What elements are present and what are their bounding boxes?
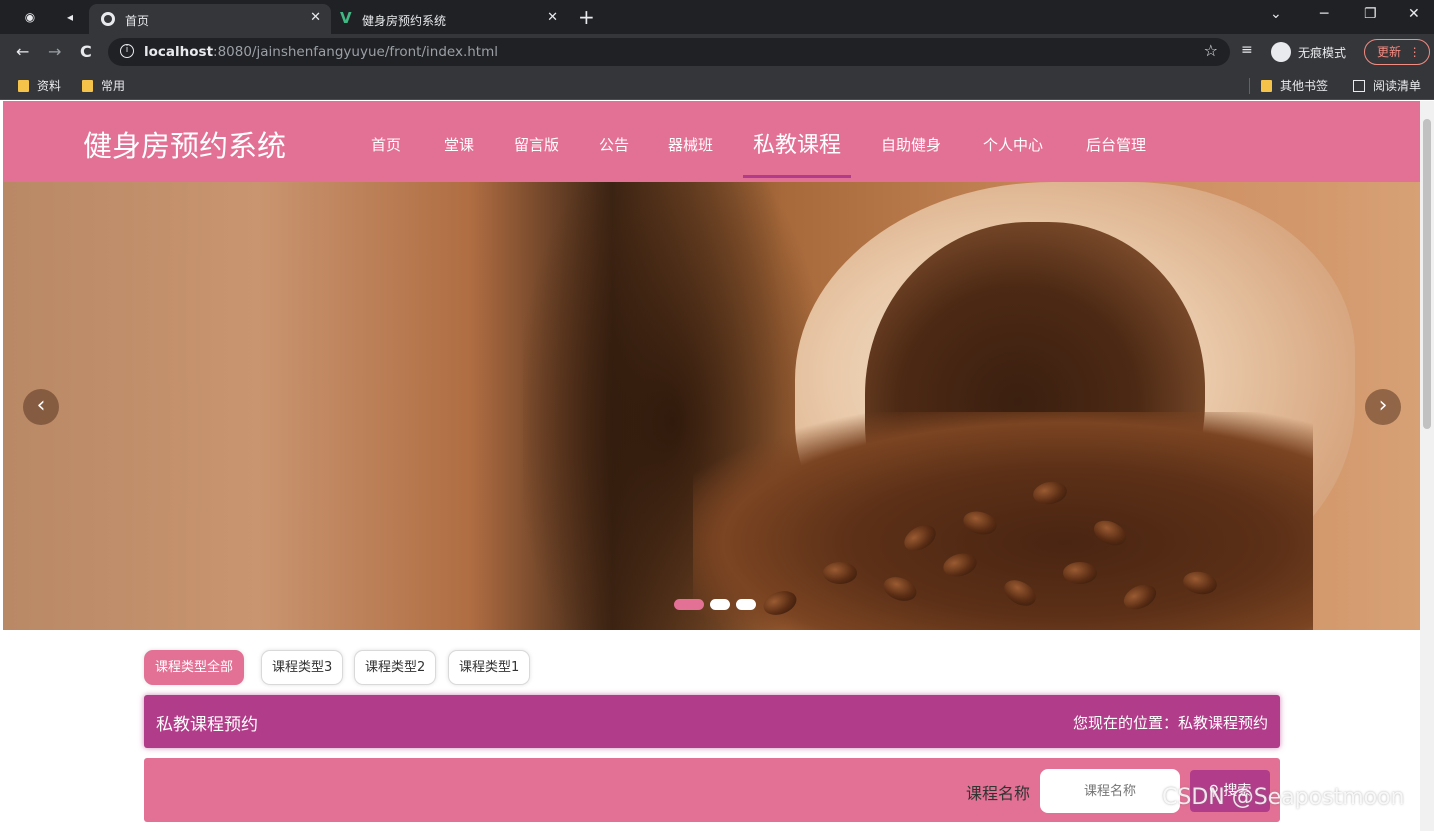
globe-icon [101,12,115,26]
chevron-down-icon[interactable]: ⌄ [1270,6,1282,22]
info-icon[interactable]: i [120,44,134,58]
minimize-icon[interactable]: ─ [1320,6,1328,22]
restore-icon[interactable]: ❐ [1364,6,1377,22]
folder-icon [82,80,93,92]
divider [1249,78,1250,94]
tab-title: 首页 [125,14,150,28]
browser-tab-bar: ◉ ◂ 首页 ✕ V 健身房预约系统 ✕ + ⌄ ─ ❐ ✕ [0,0,1434,34]
watermark: CSDN @Seapostmoon [1162,785,1405,810]
nav-private-course[interactable]: 私教课程 [753,127,841,159]
page-scrollbar[interactable] [1420,101,1434,831]
new-tab-plus-icon[interactable]: + [578,5,595,29]
reload-icon[interactable]: C [80,42,92,61]
scrollbar-thumb[interactable] [1423,119,1431,429]
bean [1063,562,1097,584]
filter-type-1[interactable]: 课程类型1 [448,650,531,685]
browser-globe-icon[interactable]: ◉ [22,9,38,25]
nav-personal-center[interactable]: 个人中心 [983,134,1043,155]
folder-icon [18,80,29,92]
nav-class[interactable]: 堂课 [444,134,474,155]
other-bookmarks[interactable]: 其他书签 [1261,77,1328,94]
filter-all[interactable]: 课程类型全部 [144,650,245,685]
bookmarks-bar: 资料 常用 其他书签 阅读清单 [0,70,1434,100]
carousel: ‹ › [3,182,1420,630]
address-bar[interactable]: i localhost:8080/jainshenfangyuyue/front… [108,38,1230,66]
close-icon[interactable]: ✕ [310,10,321,25]
tab-home[interactable]: 首页 ✕ [89,4,331,34]
forward-arrow-icon[interactable]: → [48,42,61,61]
nav-message-board[interactable]: 留言版 [514,134,559,155]
carousel-dot-2[interactable] [710,599,730,610]
bookmark-folder-ziliao[interactable]: 资料 [18,77,61,94]
breadcrumb: 私教课程预约 您现在的位置：私教课程预约 [144,695,1280,748]
incognito-icon [1271,42,1291,62]
course-name-input[interactable] [1040,769,1180,813]
tab-gym-system[interactable]: V 健身房预约系统 ✕ [332,4,568,34]
nav-self-fitness[interactable]: 自助健身 [881,134,941,155]
bean [823,562,857,584]
search-label: 课程名称 [966,784,1031,803]
carousel-next-button[interactable]: › [1365,389,1401,425]
mute-icon[interactable]: ◂ [62,9,78,25]
update-button[interactable]: 更新 ⋮ [1364,39,1430,65]
filter-type-2[interactable]: 课程类型2 [354,650,437,685]
site-title: 健身房预约系统 [83,129,287,163]
vue-logo-icon: V [340,9,352,27]
url-text: localhost:8080/jainshenfangyuyue/front/i… [144,44,499,60]
bookmark-star-icon[interactable]: ☆ [1204,41,1218,60]
browser-toolbar: ← → C i localhost:8080/jainshenfangyuyue… [0,34,1434,70]
window-close-icon[interactable]: ✕ [1408,6,1420,22]
back-arrow-icon[interactable]: ← [16,42,29,61]
current-location: 您现在的位置：私教课程预约 [1072,714,1268,732]
nav-announcement[interactable]: 公告 [599,134,629,155]
page-viewport: 健身房预约系统 首页 堂课 留言版 公告 器械班 私教课程 自助健身 个人中心 … [0,101,1434,831]
reading-list[interactable]: 阅读清单 [1353,77,1421,94]
carousel-dot-3[interactable] [736,599,756,610]
nav-equipment[interactable]: 器械班 [668,134,713,155]
site-header: 健身房预约系统 首页 堂课 留言版 公告 器械班 私教课程 自助健身 个人中心 … [3,101,1420,182]
carousel-prev-button[interactable]: ‹ [23,389,59,425]
reading-list-icon [1353,80,1365,92]
nav-admin[interactable]: 后台管理 [1086,134,1146,155]
carousel-dot-1[interactable] [674,599,704,610]
bookmark-folder-changyong[interactable]: 常用 [82,77,125,94]
tab-title: 健身房预约系统 [362,14,447,28]
close-icon[interactable]: ✕ [547,10,558,25]
folder-icon [1261,80,1272,92]
filter-type-3[interactable]: 课程类型3 [261,650,344,685]
nav-home[interactable]: 首页 [371,134,401,155]
incognito-label[interactable]: 无痕模式 [1298,44,1346,61]
section-title: 私教课程预约 [156,715,258,735]
nav-active-underline [743,175,851,178]
search-bar: 课程名称 ⚲ 搜索 [144,758,1280,822]
media-control-icon[interactable]: ≡ [1241,42,1253,58]
